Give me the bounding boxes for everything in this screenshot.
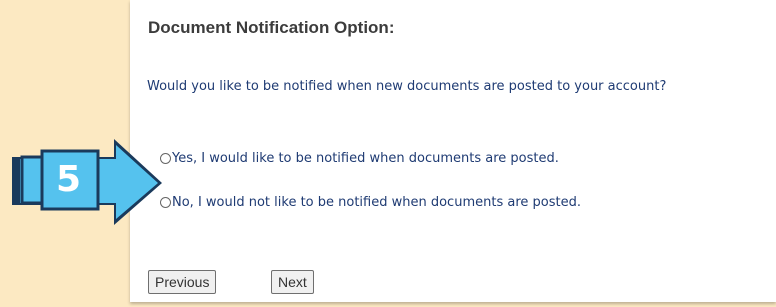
section-heading: Document Notification Option: xyxy=(148,18,395,37)
step-number: 5 xyxy=(56,159,82,200)
previous-button[interactable]: Previous xyxy=(148,270,217,294)
option-yes[interactable]: Yes, I would like to be notified when do… xyxy=(160,151,559,166)
next-button[interactable]: Next xyxy=(271,270,314,294)
option-yes-label: Yes, I would like to be notified when do… xyxy=(172,151,559,166)
notification-question: Would you like to be notified when new d… xyxy=(147,79,667,94)
option-no-label: No, I would not like to be notified when… xyxy=(172,195,581,210)
option-no[interactable]: No, I would not like to be notified when… xyxy=(160,195,581,210)
step-arrow-icon xyxy=(12,139,162,225)
